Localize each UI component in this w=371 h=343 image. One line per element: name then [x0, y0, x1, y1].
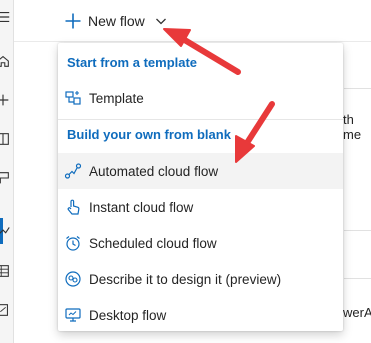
document-icon[interactable]: [0, 301, 12, 319]
menu-item-label: Automated cloud flow: [89, 163, 219, 179]
new-flow-menu: Start from a template Template Build you…: [58, 43, 343, 331]
section-header-build: Build your own from blank: [67, 127, 231, 142]
new-flow-label: New flow: [88, 13, 145, 29]
menu-item-label: Desktop flow: [89, 307, 167, 323]
menu-item-describe-it-to-design-it[interactable]: Describe it to design it (preview): [58, 261, 343, 297]
command-bar: New flow: [14, 0, 371, 42]
menu-divider: [58, 119, 343, 120]
menu-item-label: Scheduled cloud flow: [89, 235, 217, 251]
menu-item-scheduled-cloud-flow[interactable]: Scheduled cloud flow: [58, 225, 343, 261]
clock-icon: [64, 234, 82, 252]
copilot-icon: [64, 270, 82, 288]
add-icon[interactable]: [0, 91, 12, 109]
desktop-icon: [64, 306, 82, 324]
menu-item-label: Instant cloud flow: [89, 199, 194, 215]
flow-icon[interactable]: [0, 222, 12, 240]
menu-item-automated-cloud-flow[interactable]: Automated cloud flow: [58, 153, 343, 189]
background-divider: [344, 230, 371, 231]
background-text: werA: [343, 305, 371, 320]
menu-item-label: Template: [89, 90, 144, 106]
background-text: th me: [343, 112, 362, 142]
section-header-template: Start from a template: [67, 55, 198, 70]
book-icon[interactable]: [0, 130, 12, 148]
menu-item-label: Describe it to design it (preview): [89, 271, 282, 287]
menu-icon[interactable]: [0, 8, 12, 26]
menu-item-instant-cloud-flow[interactable]: Instant cloud flow: [58, 189, 343, 225]
menu-item-desktop-flow[interactable]: Desktop flow: [58, 297, 343, 333]
automated-flow-icon: [64, 162, 82, 180]
template-icon: [64, 89, 82, 107]
new-flow-button[interactable]: New flow: [64, 6, 167, 36]
home-icon[interactable]: [0, 52, 12, 70]
background-divider: [344, 278, 371, 279]
table-icon[interactable]: [0, 262, 12, 280]
touch-icon: [64, 198, 82, 216]
left-nav-rail: [0, 0, 14, 343]
background-divider: [344, 88, 371, 89]
chevron-down-icon: [155, 18, 166, 25]
menu-item-template[interactable]: Template: [58, 80, 343, 116]
plus-icon: [65, 13, 81, 29]
template-icon[interactable]: [0, 169, 12, 187]
